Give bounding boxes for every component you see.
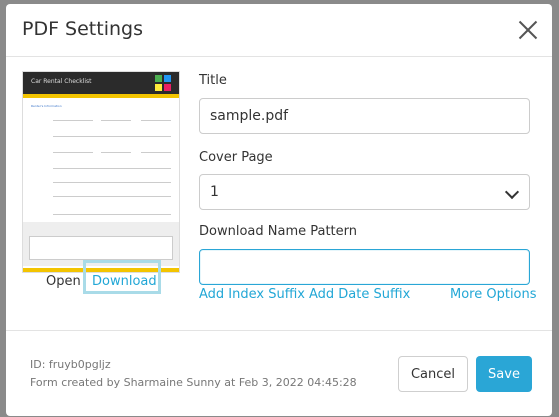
title-label: Title (199, 73, 227, 88)
open-link[interactable]: Open (46, 274, 81, 289)
form-id: ID: fruyb0pgljz (30, 358, 111, 371)
cancel-button[interactable]: Cancel (398, 356, 468, 392)
more-options-link[interactable]: More Options (450, 287, 537, 302)
preview-field-line (53, 120, 93, 121)
close-icon[interactable] (518, 20, 538, 40)
add-date-suffix-link[interactable]: Add Date Suffix (309, 287, 410, 302)
preview-notes-box (29, 236, 173, 260)
preview-title: Car Rental Checklist (31, 78, 92, 85)
preview-section-heading: Renter's Information (31, 104, 62, 108)
footer-divider (6, 330, 552, 331)
preview-field-line (53, 214, 171, 215)
preview-header-bar: Car Rental Checklist (23, 72, 179, 94)
preview-field-line (53, 136, 171, 137)
preview-accent-stripe (23, 94, 179, 98)
cover-page-label: Cover Page (199, 150, 273, 165)
save-button[interactable]: Save (476, 356, 532, 392)
form-created-info: Form created by Sharmaine Sunny at Feb 3… (30, 376, 357, 389)
add-index-suffix-link[interactable]: Add Index Suffix (199, 287, 305, 302)
app-logo-icon (155, 75, 171, 91)
download-link[interactable]: Download (92, 274, 157, 289)
download-name-pattern-label: Download Name Pattern (199, 224, 358, 239)
preview-field-line (53, 196, 171, 197)
preview-field-line (101, 152, 131, 153)
preview-field-line (53, 152, 93, 153)
chevron-down-icon (504, 184, 520, 200)
pdf-preview-thumbnail: Car Rental Checklist Renter's Informatio… (22, 71, 180, 273)
preview-field-line (141, 152, 171, 153)
preview-field-line (101, 120, 131, 121)
pdf-settings-dialog: PDF Settings Car Rental Checklist Renter… (6, 4, 552, 416)
cover-page-select[interactable]: 1 (199, 174, 530, 210)
dialog-header: PDF Settings (6, 4, 552, 57)
preview-field-line (53, 182, 171, 183)
download-name-pattern-input[interactable] (199, 249, 530, 285)
cover-page-value: 1 (210, 184, 219, 200)
dialog-title: PDF Settings (22, 18, 143, 40)
title-input[interactable]: sample.pdf (199, 98, 530, 134)
preview-field-line (141, 120, 171, 121)
preview-field-line (53, 168, 171, 169)
